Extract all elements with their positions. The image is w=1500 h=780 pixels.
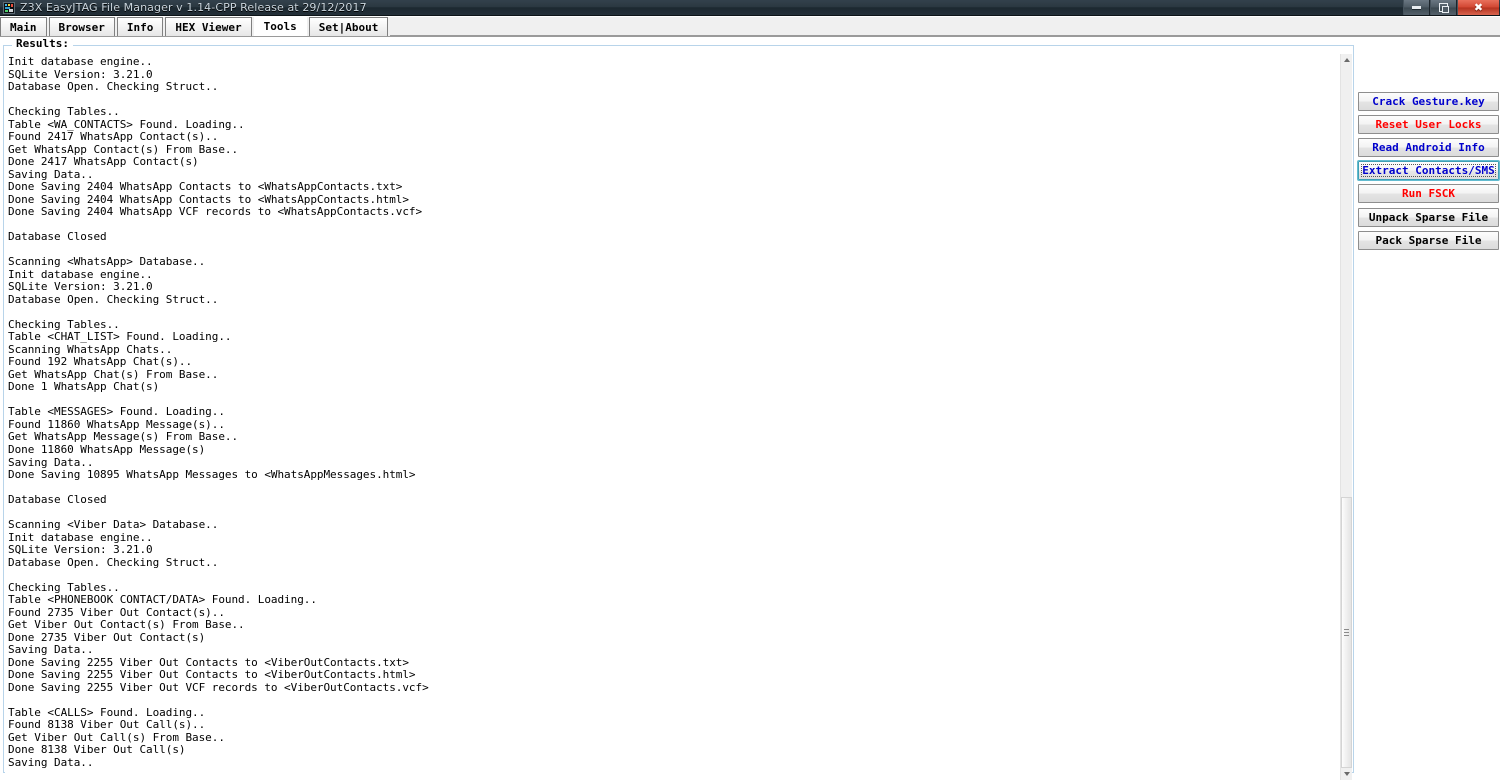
log-line: Saving Data.. — [8, 643, 94, 657]
tool-button-crack-gesture-key[interactable]: Crack Gesture.key — [1358, 92, 1499, 111]
log-line: Init database engine.. — [8, 530, 153, 544]
results-groupbox: Results: Init database engine.. SQLite Ve… — [3, 37, 1354, 780]
scrollbar-thumb[interactable] — [1341, 497, 1352, 768]
log-line: Get WhatsApp Chat(s) From Base.. — [8, 367, 219, 381]
window-controls: ✖ — [1403, 0, 1499, 15]
down-arrow-icon — [1343, 772, 1350, 776]
results-frame: Init database engine.. SQLite Version: 3.… — [3, 45, 1354, 780]
log-line: Done Saving 10895 WhatsApp Messages to <… — [8, 468, 416, 482]
log-line: Database Closed — [8, 493, 107, 507]
tool-button-label: Unpack Sparse File — [1368, 211, 1489, 224]
log-line: Scanning <WhatsApp> Database.. — [8, 255, 206, 269]
tab-main[interactable]: Main — [0, 17, 47, 36]
results-scrollbar[interactable] — [1340, 54, 1352, 780]
log-line: Done Saving 2255 Viber Out VCF records t… — [8, 680, 429, 694]
scrollbar-grip-icon — [1344, 629, 1349, 636]
tools-panel: Results: Init database engine.. SQLite Ve… — [0, 37, 1500, 780]
tool-button-label: Read Android Info — [1372, 141, 1485, 154]
minimize-button[interactable] — [1403, 0, 1430, 15]
log-line: Done 8138 Viber Out Call(s) — [8, 743, 186, 757]
log-line: SQLite Version: 3.21.0 — [8, 543, 153, 557]
tool-button-reset-user-locks[interactable]: Reset User Locks — [1358, 115, 1499, 134]
restore-icon — [1439, 3, 1449, 13]
maximize-restore-button[interactable] — [1430, 0, 1457, 15]
tool-button-pack-sparse-file[interactable]: Pack Sparse File — [1358, 231, 1499, 250]
log-line: Saving Data.. — [8, 755, 94, 769]
log-line: Done Saving 2404 WhatsApp Contacts to <W… — [8, 180, 403, 194]
log-line: Done 11860 WhatsApp Message(s) — [8, 442, 206, 456]
log-line: Found 192 WhatsApp Chat(s).. — [8, 355, 193, 369]
log-line: Init database engine.. — [8, 267, 153, 281]
tool-button-extract-contacts-sms[interactable]: Extract Contacts/SMS — [1357, 160, 1500, 181]
results-log-textarea[interactable]: Init database engine.. SQLite Version: 3.… — [5, 54, 1342, 780]
results-label: Results: — [12, 37, 73, 50]
log-line: Done Saving 2255 Viber Out Contacts to <… — [8, 668, 416, 682]
tab-bar: Main Browser Info HEX Viewer Tools Set|A… — [0, 16, 1500, 37]
tab-tools[interactable]: Tools — [253, 16, 307, 36]
log-line: Init database engine.. — [8, 55, 153, 68]
close-button[interactable]: ✖ — [1457, 0, 1499, 15]
log-line: Table <PHONEBOOK CONTACT/DATA> Found. Lo… — [8, 593, 317, 607]
results-log-content: Init database engine.. SQLite Version: 3.… — [8, 55, 1328, 769]
tab-hex-viewer[interactable]: HEX Viewer — [165, 17, 252, 36]
log-line: Scanning <Viber Data> Database.. — [8, 518, 219, 532]
window-title: Z3X EasyJTAG File Manager v 1.14-CPP Rel… — [20, 1, 367, 14]
log-line: Get Viber Out Contact(s) From Base.. — [8, 618, 245, 632]
log-line: Database Open. Checking Struct.. — [8, 80, 219, 94]
app-icon — [3, 1, 15, 14]
scrollbar-down-button[interactable] — [1341, 768, 1352, 780]
log-line: Database Closed — [8, 230, 107, 244]
tab-browser[interactable]: Browser — [48, 17, 115, 36]
up-arrow-icon — [1343, 58, 1350, 62]
log-line: Done 2735 Viber Out Contact(s) — [8, 630, 206, 644]
close-icon: ✖ — [1473, 1, 1484, 14]
tools-button-panel: Crack Gesture.key Reset User Locks Read An… — [1357, 38, 1500, 775]
tool-button-read-android-info[interactable]: Read Android Info — [1358, 138, 1499, 157]
log-line: SQLite Version: 3.21.0 — [8, 280, 153, 294]
minimize-icon — [1412, 6, 1421, 9]
log-line: Done 2417 WhatsApp Contact(s) — [8, 155, 199, 169]
tool-button-label: Reset User Locks — [1375, 118, 1482, 131]
log-line: Table <CALLS> Found. Loading.. — [8, 705, 206, 719]
tab-info[interactable]: Info — [116, 17, 164, 36]
log-line: Found 8138 Viber Out Call(s).. — [8, 718, 206, 732]
log-line: Scanning WhatsApp Chats.. — [8, 342, 173, 356]
scrollbar-up-button[interactable] — [1341, 54, 1352, 66]
tab-set-about[interactable]: Set|About — [308, 17, 389, 36]
log-line: Done Saving 2404 WhatsApp VCF records to… — [8, 205, 423, 219]
tool-button-unpack-sparse-file[interactable]: Unpack Sparse File — [1358, 208, 1499, 227]
log-line: Database Open. Checking Struct.. — [8, 292, 219, 306]
log-line: Checking Tables.. — [8, 105, 120, 119]
log-line: Done 1 WhatsApp Chat(s) — [8, 380, 160, 394]
tool-button-label: Run FSCK — [1402, 187, 1455, 200]
log-line: Found 2417 WhatsApp Contact(s).. — [8, 130, 219, 144]
tool-button-label: Crack Gesture.key — [1372, 95, 1485, 108]
log-line: Get WhatsApp Message(s) From Base.. — [8, 430, 239, 444]
log-line: Get Viber Out Call(s) From Base.. — [8, 730, 225, 744]
window-titlebar: Z3X EasyJTAG File Manager v 1.14-CPP Rel… — [0, 0, 1500, 16]
log-line: Database Open. Checking Struct.. — [8, 555, 219, 569]
tool-button-label: Extract Contacts/SMS — [1362, 164, 1495, 177]
log-line: Get WhatsApp Contact(s) From Base.. — [8, 142, 239, 156]
tool-button-label: Pack Sparse File — [1375, 234, 1482, 247]
log-line: Table <CHAT_LIST> Found. Loading.. — [8, 330, 232, 344]
tool-button-run-fsck[interactable]: Run FSCK — [1358, 184, 1499, 203]
tab-strip-filler — [390, 17, 1500, 36]
